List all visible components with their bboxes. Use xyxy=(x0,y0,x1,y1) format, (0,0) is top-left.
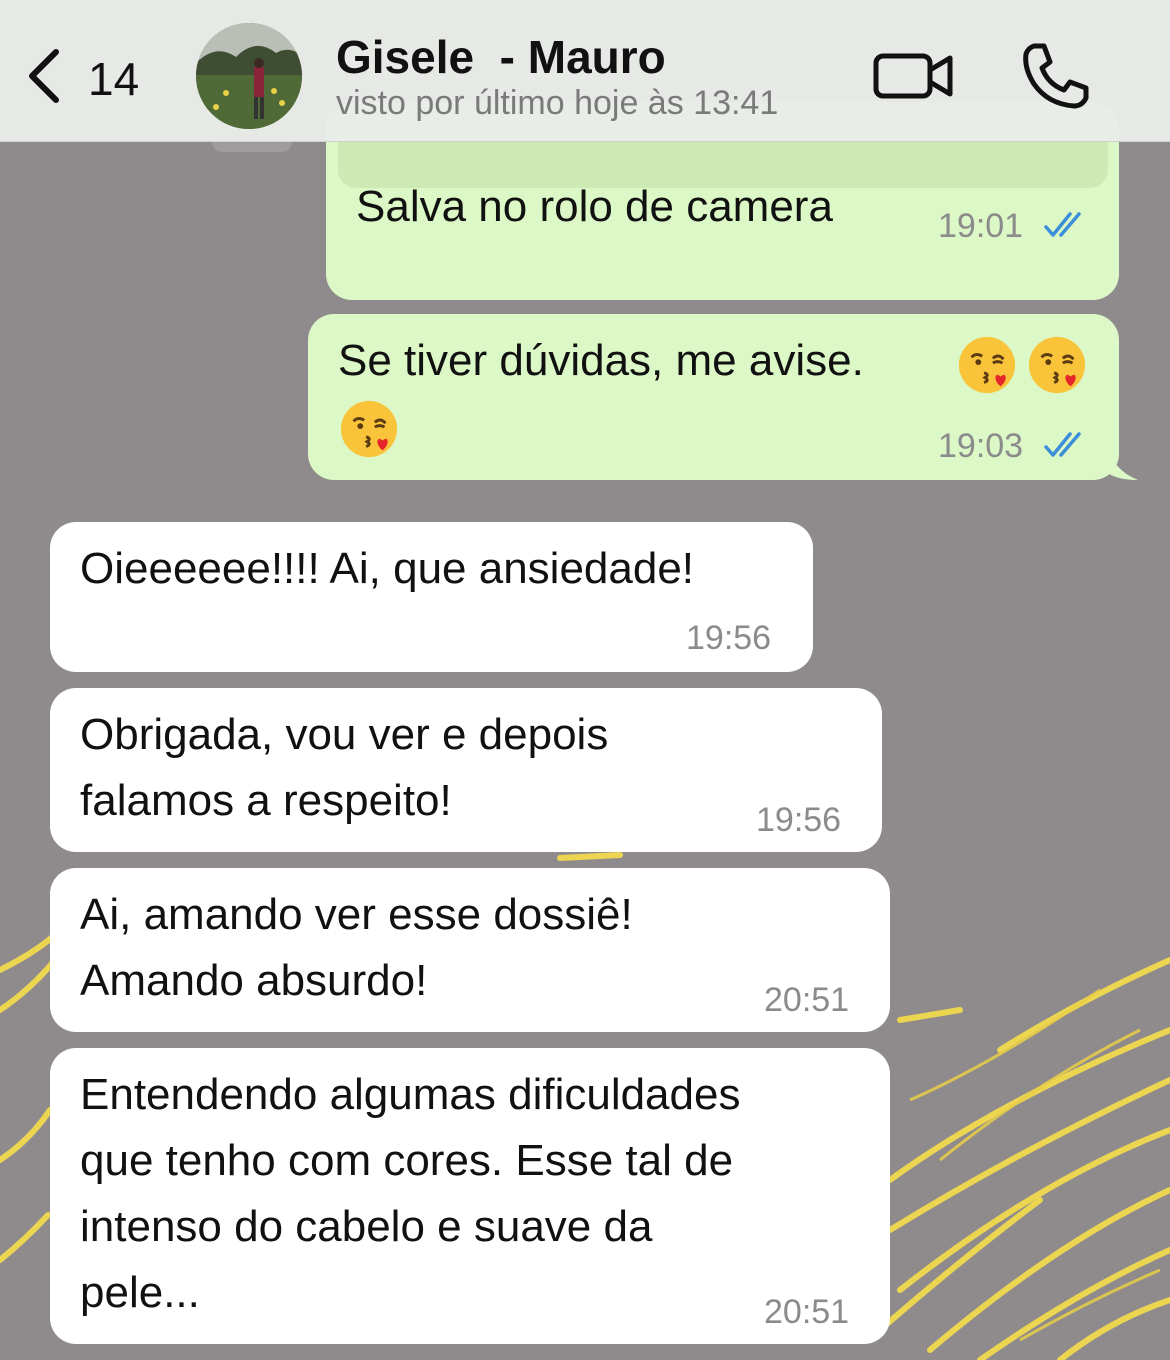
kiss-emoji-icon xyxy=(1028,336,1086,394)
message-text: Oieeeeee!!!! Ai, que ansiedade! xyxy=(80,544,695,593)
last-seen-status: visto por último hoje às 13:41 xyxy=(336,84,779,122)
video-camera-icon xyxy=(873,53,953,99)
contact-name[interactable]: Gisele - Mauro xyxy=(336,30,666,84)
message-time: 20:51 xyxy=(764,981,850,1019)
kiss-emoji-icon xyxy=(958,336,1016,394)
message-bubble-incoming[interactable]: Obrigada, vou ver e depois falamos a res… xyxy=(50,688,882,852)
contact-avatar[interactable] xyxy=(196,23,302,129)
read-ticks-icon xyxy=(1044,212,1081,237)
message-text: Ai, amando ver esse dossiê! Amando absur… xyxy=(80,890,633,1005)
avatar-photo xyxy=(196,23,302,129)
message-bubble-incoming[interactable]: Entendendo algumas dificuldades que tenh… xyxy=(50,1048,890,1344)
message-time: 20:51 xyxy=(764,1293,850,1331)
kiss-emoji-icon xyxy=(340,400,398,458)
chat-header: 14 Gisele - Mauro visto por último hoje … xyxy=(0,0,1170,142)
message-time: 19:56 xyxy=(686,619,772,657)
message-bubble-incoming[interactable]: Oieeeeee!!!! Ai, que ansiedade! 19:56 xyxy=(50,522,813,672)
message-text: Entendendo algumas dificuldades que tenh… xyxy=(80,1070,741,1317)
back-button[interactable]: 14 xyxy=(22,42,152,112)
message-time: 19:56 xyxy=(756,801,842,839)
bubble-tail xyxy=(1104,440,1138,480)
phone-icon xyxy=(1023,43,1089,109)
unread-count: 14 xyxy=(88,53,140,105)
attachment-thumbnail-edge xyxy=(212,142,292,152)
message-text: Obrigada, vou ver e depois falamos a res… xyxy=(80,710,609,825)
message-bubble-outgoing[interactable]: Se tiver dúvidas, me avise. 19:03 xyxy=(308,314,1119,480)
message-list[interactable]: Salva no rolo de camera 19:01 Se tiver d… xyxy=(0,102,1170,1360)
video-call-button[interactable] xyxy=(868,42,958,108)
chevron-left-icon xyxy=(29,49,59,103)
message-time: 19:01 xyxy=(938,207,1024,245)
message-bubble-incoming[interactable]: Ai, amando ver esse dossiê! Amando absur… xyxy=(50,868,890,1032)
read-ticks-icon xyxy=(1044,432,1081,457)
message-time: 19:03 xyxy=(938,427,1024,465)
attachment-card[interactable] xyxy=(338,142,1108,188)
message-text: Se tiver dúvidas, me avise. xyxy=(338,336,864,385)
voice-call-button[interactable] xyxy=(1018,38,1094,114)
